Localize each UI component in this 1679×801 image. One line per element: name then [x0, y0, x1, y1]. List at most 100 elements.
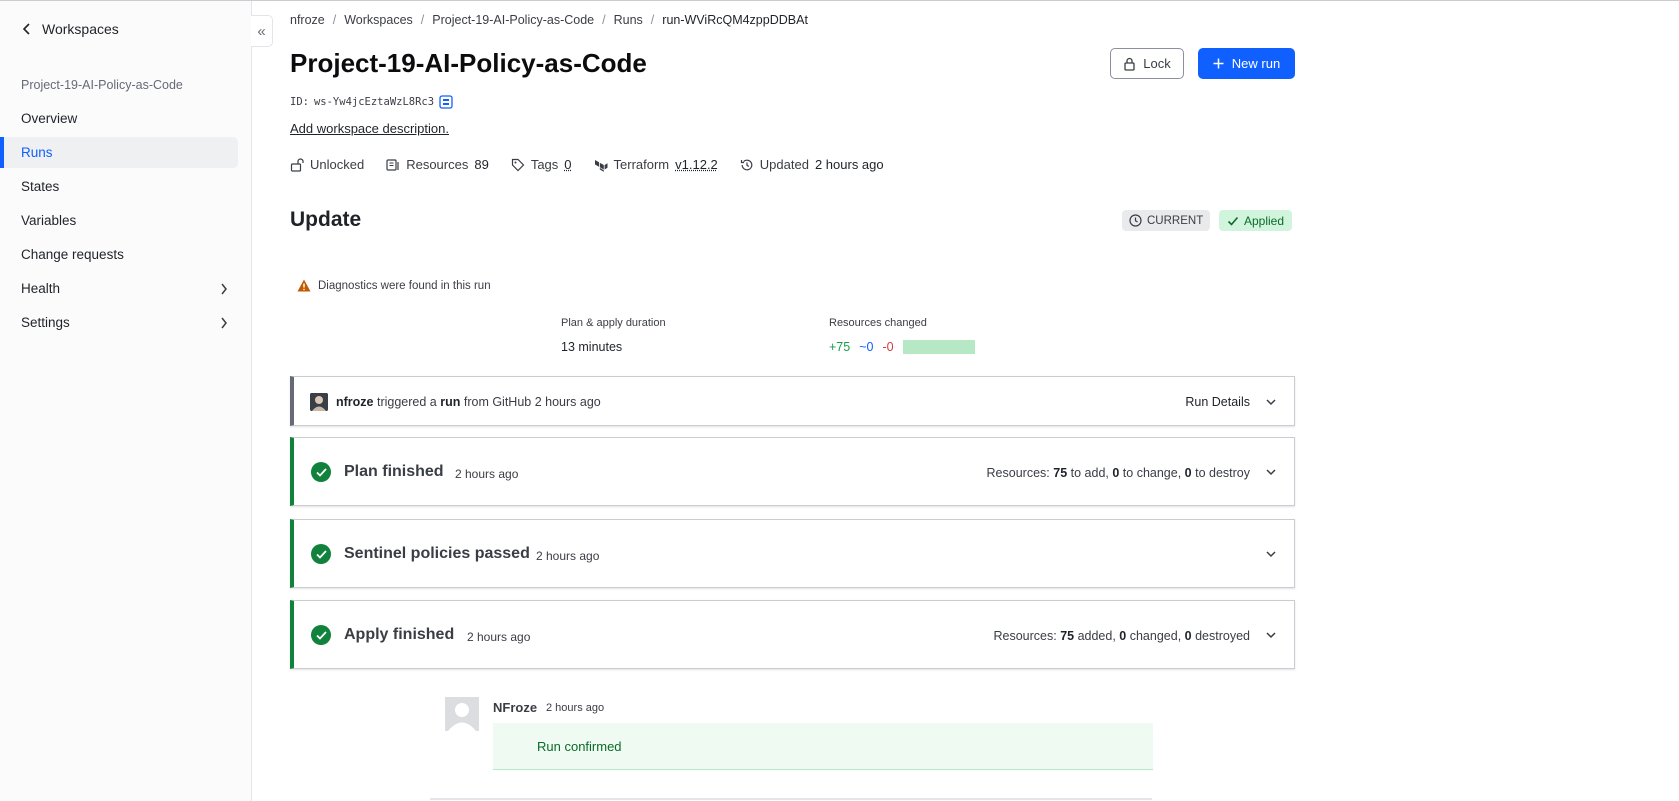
- new-run-button-label: New run: [1231, 56, 1281, 71]
- comment-text: Run confirmed: [537, 739, 622, 754]
- resources-change-bar: [902, 340, 975, 354]
- unlock-icon: [290, 157, 304, 172]
- chevron-down-icon[interactable]: [1265, 466, 1277, 478]
- check-icon: [311, 625, 331, 645]
- tags-label: Tags: [530, 157, 559, 172]
- sidebar-item-runs[interactable]: Runs: [0, 137, 238, 168]
- workspace-id-label: ID:: [290, 96, 309, 108]
- chevron-right-icon: [221, 317, 227, 329]
- breadcrumb-workspace[interactable]: Project-19-AI-Policy-as-Code: [432, 13, 594, 27]
- resources-add-text: to add,: [1070, 466, 1109, 480]
- back-link-label: Workspaces: [42, 21, 119, 37]
- resources-label: Resources: [406, 157, 469, 172]
- check-icon: [1227, 216, 1239, 226]
- trigger-text-1: triggered a: [376, 395, 437, 409]
- terraform-version: Terraform v1.12.2: [594, 157, 718, 172]
- chevron-down-icon[interactable]: [1265, 548, 1277, 560]
- breadcrumb-separator: /: [650, 13, 655, 27]
- resources-prefix: Resources:: [993, 629, 1057, 643]
- comment-author: NFroze: [493, 700, 538, 715]
- current-badge: CURRENT: [1122, 210, 1211, 231]
- sidebar-workspace-name: Project-19-AI-Policy-as-Code: [21, 78, 183, 92]
- resources-change-count: 0: [1112, 466, 1120, 480]
- tags-value[interactable]: 0: [564, 157, 571, 172]
- resources-changed-count: 0: [1119, 629, 1127, 643]
- step-title: Sentinel policies passed: [344, 545, 530, 562]
- lock-button[interactable]: Lock: [1110, 48, 1184, 79]
- updated-time: Updated 2 hours ago: [740, 157, 884, 172]
- breadcrumb-org[interactable]: nfroze: [290, 13, 325, 27]
- apply-finished-card[interactable]: Apply finished 2 hours ago Resources: 75…: [290, 600, 1295, 669]
- add-description-link[interactable]: Add workspace description.: [290, 121, 449, 136]
- plus-icon: [1213, 58, 1224, 69]
- resources-destroy-text: to destroy: [1195, 466, 1250, 480]
- clock-icon: [1129, 214, 1142, 227]
- sidebar-nav: Overview Runs States Variables Change re…: [0, 103, 252, 341]
- step-title: Apply finished: [344, 626, 455, 643]
- diagnostics-notice[interactable]: Diagnostics were found in this run: [297, 279, 491, 292]
- page-title: Project-19-AI-Policy-as-Code: [290, 48, 647, 78]
- updated-label: Updated: [759, 157, 809, 172]
- trigger-text-2: from GitHub 2 hours ago: [463, 395, 601, 409]
- trigger-description: nfroze triggered a run from GitHub 2 hou…: [336, 395, 601, 409]
- status-badge-label: Applied: [1244, 213, 1285, 228]
- plan-finished-card[interactable]: Plan finished 2 hours ago Resources: 75 …: [290, 437, 1295, 506]
- sidebar-item-health[interactable]: Health: [0, 273, 238, 304]
- back-to-workspaces-link[interactable]: Workspaces: [22, 21, 119, 37]
- resources-count: Resources 89: [386, 157, 489, 172]
- resources-change-text: to change,: [1122, 466, 1182, 480]
- tag-icon: [511, 158, 525, 171]
- copy-icon[interactable]: [439, 95, 453, 109]
- workspace-id-value: ws-Yw4jcEztaWzL8Rc3: [313, 96, 435, 108]
- run-trigger-card: nfroze triggered a run from GitHub 2 hou…: [290, 376, 1295, 426]
- chevron-left-icon: [22, 23, 30, 35]
- chevron-right-icon: [221, 283, 227, 295]
- run-details-button[interactable]: Run Details: [1185, 395, 1250, 409]
- resources-changed: +75 ~0 -0: [829, 340, 975, 354]
- collapse-icon: «: [257, 22, 266, 40]
- breadcrumb-separator: /: [420, 13, 425, 27]
- trigger-user[interactable]: nfroze: [336, 395, 374, 409]
- comment-box: Run confirmed: [493, 723, 1153, 770]
- lock-icon: [1124, 57, 1135, 71]
- tags-count[interactable]: Tags 0: [511, 157, 572, 172]
- run-title: Update: [290, 208, 362, 231]
- sidebar-item-label: States: [21, 179, 60, 194]
- resources-destroyed-count: 0: [1184, 629, 1192, 643]
- breadcrumb: nfroze / Workspaces / Project-19-AI-Poli…: [290, 13, 808, 27]
- current-badge-label: CURRENT: [1147, 214, 1204, 227]
- status-badge: Applied: [1219, 210, 1293, 231]
- step-time: 2 hours ago: [536, 549, 600, 563]
- sidebar-item-settings[interactable]: Settings: [0, 307, 238, 338]
- updated-value: 2 hours ago: [814, 157, 884, 172]
- sidebar-item-label: Runs: [21, 145, 53, 160]
- sidebar-item-change-requests[interactable]: Change requests: [0, 239, 238, 270]
- lock-status: Unlocked: [290, 157, 364, 172]
- sidebar-item-label: Overview: [21, 111, 78, 126]
- resources-destroy-count: 0: [1184, 466, 1192, 480]
- check-icon: [311, 544, 331, 564]
- new-run-button[interactable]: New run: [1198, 48, 1295, 79]
- workspace-meta: Unlocked Resources 89 Tags 0 Terraform v…: [290, 157, 906, 172]
- terraform-icon: [594, 159, 608, 172]
- sidebar-item-states[interactable]: States: [0, 171, 238, 202]
- breadcrumb-separator: /: [332, 13, 337, 27]
- chevron-down-icon[interactable]: [1265, 396, 1277, 408]
- resources-prefix: Resources:: [986, 466, 1050, 480]
- chevron-down-icon[interactable]: [1265, 629, 1277, 641]
- avatar: [445, 697, 479, 731]
- breadcrumb-workspaces[interactable]: Workspaces: [344, 13, 413, 27]
- sidebar-item-variables[interactable]: Variables: [0, 205, 238, 236]
- terraform-label: Terraform: [613, 157, 670, 172]
- step-resources: Resources: 75 added, 0 changed, 0 destro…: [993, 629, 1250, 643]
- check-icon: [311, 462, 331, 482]
- sidebar-item-overview[interactable]: Overview: [0, 103, 238, 134]
- terraform-version-value[interactable]: v1.12.2: [675, 157, 718, 172]
- main-content: nfroze / Workspaces / Project-19-AI-Poli…: [290, 0, 1295, 801]
- sentinel-policies-card[interactable]: Sentinel policies passed 2 hours ago: [290, 519, 1295, 588]
- collapse-sidebar-button[interactable]: «: [251, 15, 273, 47]
- breadcrumb-runs[interactable]: Runs: [614, 13, 643, 27]
- divider: [430, 798, 1152, 800]
- duration-value: 13 minutes: [561, 340, 623, 354]
- trigger-run-word: run: [440, 395, 461, 409]
